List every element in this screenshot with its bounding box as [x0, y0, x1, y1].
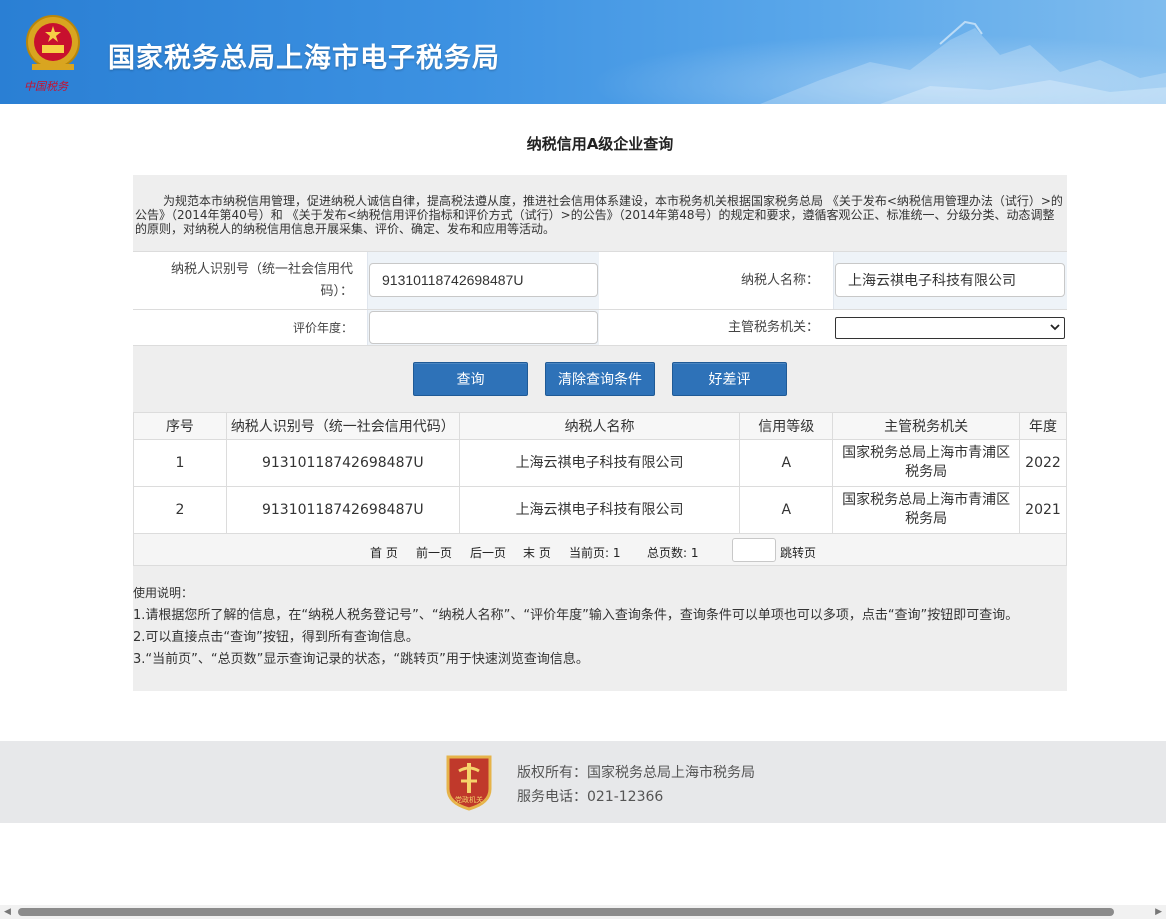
badge-label: 党政机关 [455, 795, 483, 804]
usage-notes: 使用说明： 1.请根据您所了解的信息，在“纳税人税务登记号”、“纳税人名称”、“… [133, 585, 1067, 671]
taxpayer-id-cell: 91310118742698487U [367, 252, 599, 309]
last-page-link[interactable]: 末 页 [523, 544, 551, 561]
site-title: 国家税务总局上海市电子税务局 [108, 43, 500, 74]
taxpayer-name-input[interactable]: 上海云祺电子科技有限公司 [835, 263, 1065, 297]
feedback-button[interactable]: 好差评 [672, 362, 787, 396]
cell-credit-level: A [739, 439, 834, 487]
national-tax-emblem-icon: 中国税务 [24, 15, 80, 93]
table-row: 2 91310118742698487U 上海云祺电子科技有限公司 A 国家税务… [133, 486, 1068, 534]
scroll-right-icon[interactable]: ▶ [1155, 907, 1162, 917]
page-title: 纳税信用A级企业查询 [526, 135, 674, 153]
authority-cell [833, 310, 1067, 345]
authority-select[interactable] [835, 317, 1065, 339]
horizontal-scrollbar[interactable]: ◀ ▶ [0, 905, 1166, 919]
cell-taxpayer-id: 91310118742698487U [225, 439, 460, 487]
col-header-year: 年度 [1018, 412, 1068, 440]
year-label: 评价年度： [292, 320, 353, 335]
table-header-row: 序号 纳税人识别号（统一社会信用代码） 纳税人名称 信用等级 主管税务机关 年度 [133, 412, 1068, 440]
site-header: 中国税务 国家税务总局上海市电子税务局 [0, 0, 1166, 104]
usage-item: 3.“当前页”、“总页数”显示查询记录的状态，“跳转页”用于快速浏览查询信息。 [133, 652, 589, 667]
col-header-index: 序号 [133, 412, 227, 440]
prev-page-link[interactable]: 前一页 [416, 544, 452, 561]
scroll-left-icon[interactable]: ◀ [4, 907, 11, 917]
col-header-credit-level: 信用等级 [739, 412, 834, 440]
authority-label: 主管税务机关： [727, 319, 819, 335]
cell-year: 2022 [1018, 439, 1068, 487]
table-row: 1 91310118742698487U 上海云祺电子科技有限公司 A 国家税务… [133, 439, 1068, 487]
year-input[interactable] [369, 311, 598, 344]
site-footer: 党政机关 版权所有：国家税务总局上海市税务局 服务电话：021-12366 [0, 741, 1166, 823]
pagination-bar: 首 页 前一页 后一页 末 页 当前页: 1 总页数: 1 跳转页 [133, 534, 1067, 566]
cell-year: 2021 [1018, 486, 1068, 534]
cell-index: 1 [133, 439, 227, 487]
usage-item: 2.可以直接点击“查询”按钮，得到所有查询信息。 [133, 630, 419, 645]
form-row-1: 纳税人识别号（统一社会信用代码）： 91310118742698487U 纳税人… [133, 251, 1067, 309]
cell-authority: 国家税务总局上海市青浦区税务局 [832, 439, 1020, 487]
first-page-link[interactable]: 首 页 [370, 544, 398, 561]
clear-conditions-button[interactable]: 清除查询条件 [545, 362, 655, 396]
query-button[interactable]: 查询 [413, 362, 528, 396]
current-page-text: 当前页: 1 [569, 546, 621, 560]
cell-authority: 国家税务总局上海市青浦区税务局 [832, 486, 1020, 534]
chevron-down-icon [1050, 322, 1060, 335]
cell-index: 2 [133, 486, 227, 534]
taxpayer-id-input[interactable]: 91310118742698487U [369, 263, 598, 297]
total-pages-text: 总页数: 1 [647, 546, 699, 560]
cell-taxpayer-name: 上海云祺电子科技有限公司 [458, 486, 741, 534]
taxpayer-id-label: 纳税人识别号（统一社会信用代码）： [170, 261, 353, 299]
taxpayer-name-label: 纳税人名称： [740, 272, 819, 288]
next-page-link[interactable]: 后一页 [470, 544, 506, 561]
usage-item: 1.请根据您所了解的信息，在“纳税人税务登记号”、“纳税人名称”、“评价年度”输… [133, 608, 1019, 623]
service-phone-text: 服务电话：021-12366 [517, 789, 664, 805]
great-wall-decoration [760, 20, 1166, 104]
cell-taxpayer-name: 上海云祺电子科技有限公司 [458, 439, 741, 487]
taxpayer-name-cell: 上海云祺电子科技有限公司 [833, 252, 1067, 309]
col-header-authority: 主管税务机关 [832, 412, 1020, 440]
intro-text: 为规范本市纳税信用管理，促进纳税人诚信自律，提高税法遵从度，推进社会信用体系建设… [135, 194, 1063, 236]
results-table: 序号 纳税人识别号（统一社会信用代码） 纳税人名称 信用等级 主管税务机关 年度… [133, 412, 1068, 534]
copyright-text: 版权所有：国家税务总局上海市税务局 [517, 765, 755, 781]
svg-text:中国税务: 中国税务 [24, 80, 69, 93]
col-header-taxpayer-id: 纳税人识别号（统一社会信用代码） [225, 412, 460, 440]
cell-credit-level: A [739, 486, 834, 534]
jump-page-input[interactable] [732, 538, 776, 562]
cell-taxpayer-id: 91310118742698487U [225, 486, 460, 534]
year-cell [367, 310, 599, 345]
jump-page-link[interactable]: 跳转页 [780, 544, 816, 561]
form-row-2: 评价年度： 主管税务机关： [133, 309, 1067, 346]
party-government-badge-icon: 党政机关 [446, 755, 492, 811]
usage-title: 使用说明： [133, 586, 194, 600]
footer-text: 版权所有：国家税务总局上海市税务局 服务电话：021-12366 [517, 761, 755, 809]
scrollbar-thumb[interactable] [18, 908, 1114, 916]
col-header-taxpayer-name: 纳税人名称 [458, 412, 741, 440]
